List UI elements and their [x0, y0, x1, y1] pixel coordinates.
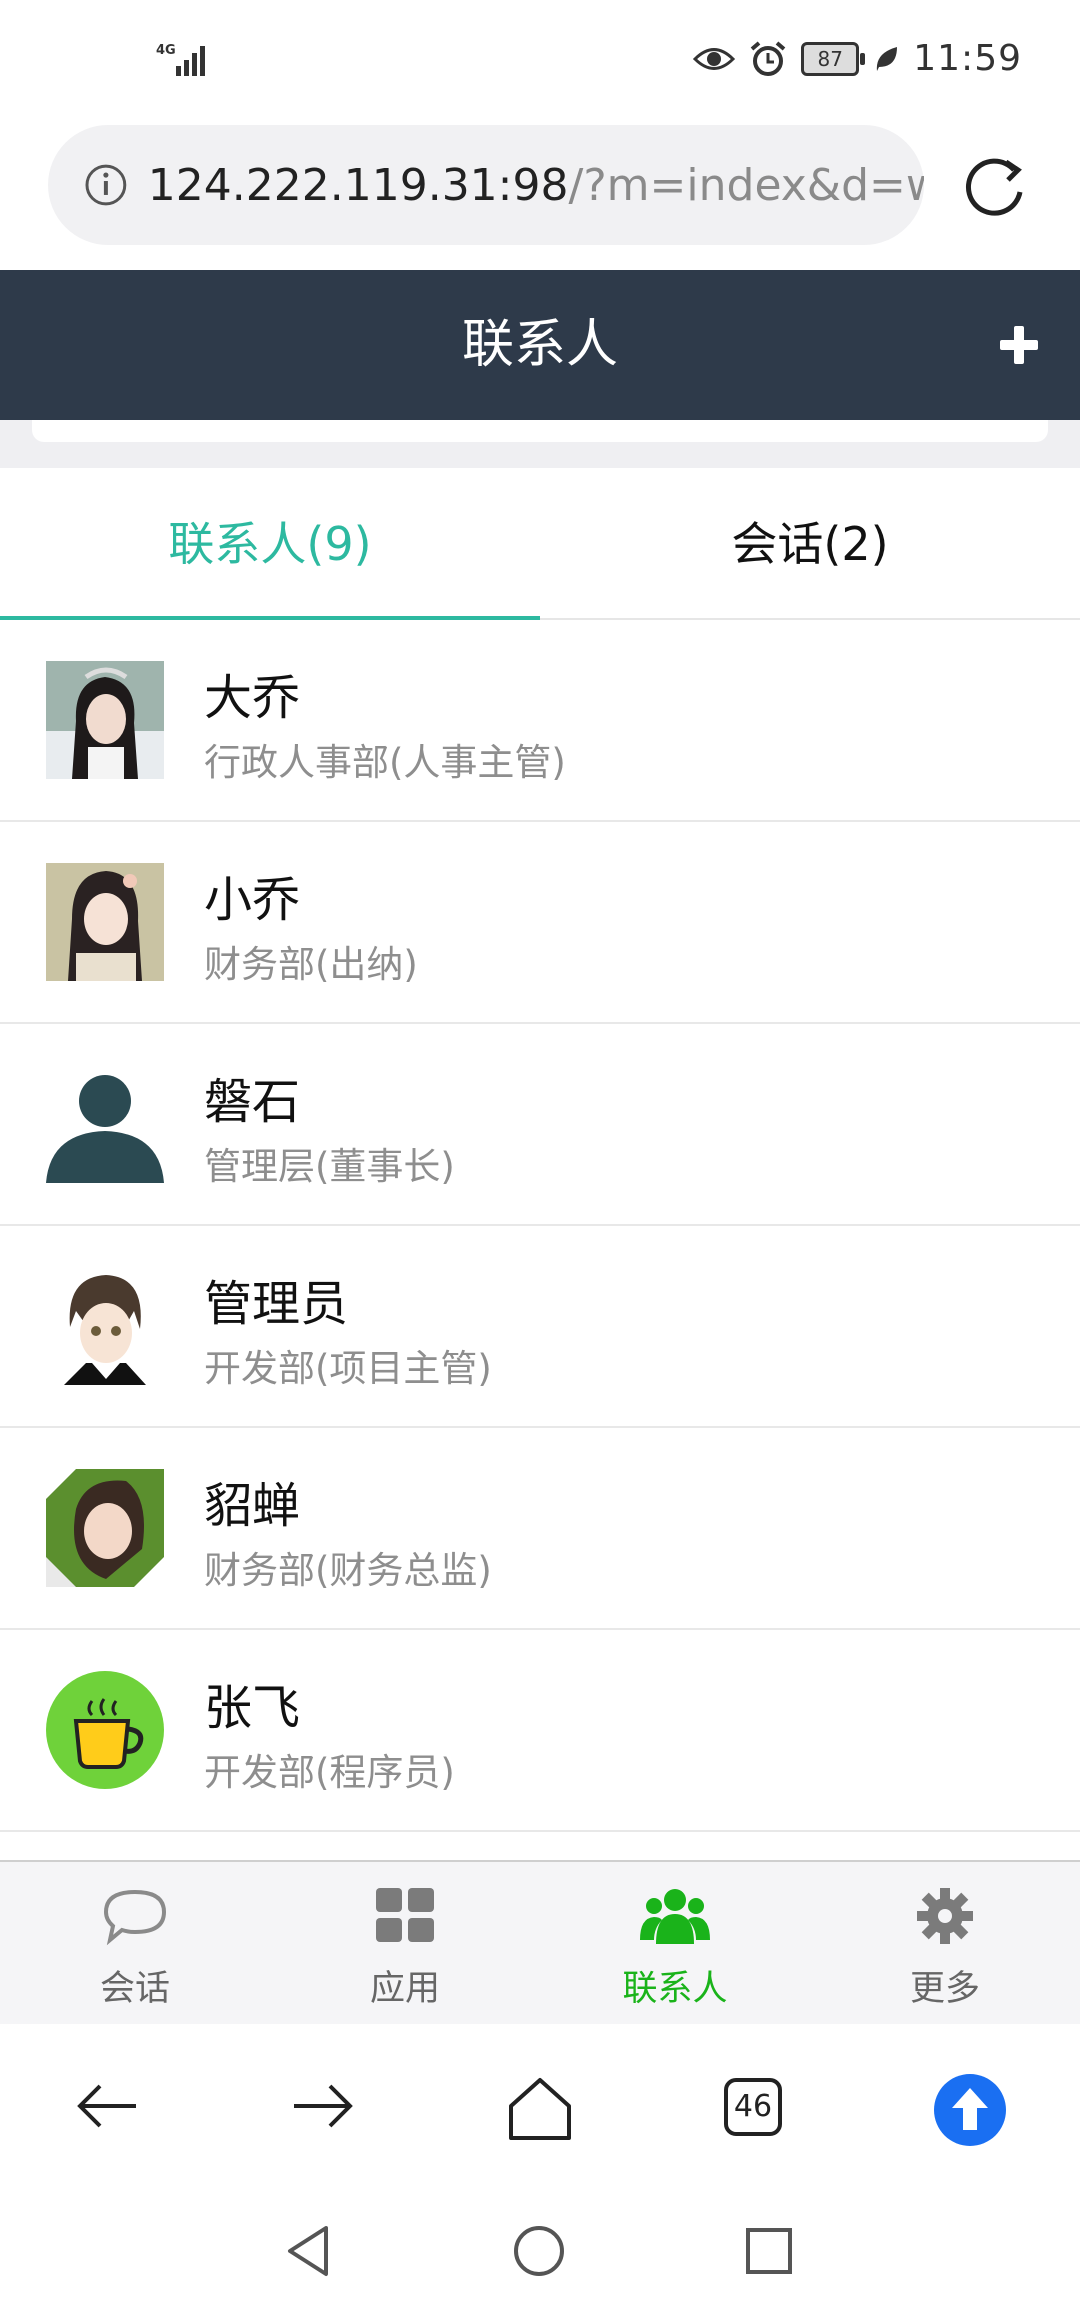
- gear-icon: [917, 1888, 973, 1944]
- nav-item-chat[interactable]: 会话: [0, 1862, 270, 2024]
- nav-label: 会话: [99, 1969, 170, 2009]
- reload-icon[interactable]: [962, 152, 1028, 218]
- url-text[interactable]: 124.222.119.31:98/?m=index&d=w: [148, 160, 924, 211]
- avatar: [46, 1065, 164, 1183]
- avatar: [46, 1267, 164, 1385]
- contact-name: 大乔: [204, 670, 301, 726]
- contact-department: 开发部(项目主管): [204, 1347, 492, 1390]
- contact-name: 磐石: [204, 1074, 301, 1130]
- avatar: [46, 661, 164, 779]
- page-title: 联系人: [461, 315, 618, 375]
- system-back-icon[interactable]: [284, 2224, 334, 2278]
- avatar: [46, 1671, 164, 1789]
- system-home-icon[interactable]: [512, 2224, 566, 2278]
- system-nav-bar: [0, 2194, 1080, 2310]
- svg-text:4G: 4G: [156, 43, 176, 58]
- contact-list: 大乔 行政人事部(人事主管) 小乔 财务部(出纳) 磐石 管理层(董事长) 管理…: [0, 620, 1080, 1832]
- system-recents-icon[interactable]: [744, 2224, 794, 2278]
- forward-arrow-icon[interactable]: [290, 2076, 356, 2136]
- contact-name: 管理员: [204, 1276, 349, 1332]
- contact-row[interactable]: 小乔 财务部(出纳): [0, 822, 1080, 1024]
- alarm-icon: [750, 40, 786, 76]
- contact-name: 张飞: [204, 1680, 301, 1736]
- app-header: 联系人: [0, 270, 1080, 420]
- contact-department: 开发部(程序员): [204, 1751, 455, 1794]
- contact-department: 财务部(出纳): [204, 943, 418, 986]
- avatar: [46, 863, 164, 981]
- tab-contacts[interactable]: 联系人(9): [0, 470, 540, 618]
- leaf-icon: [877, 46, 898, 71]
- contact-row[interactable]: 张飞 开发部(程序员): [0, 1630, 1080, 1832]
- contact-row[interactable]: 貂蝉 财务部(财务总监): [0, 1428, 1080, 1630]
- contact-row[interactable]: 管理员 开发部(项目主管): [0, 1226, 1080, 1428]
- contact-department: 财务部(财务总监): [204, 1549, 492, 1592]
- app-bottom-nav: 会话 应用 联系人 更多: [0, 1860, 1080, 2026]
- search-strip: [0, 420, 1080, 468]
- nav-label: 更多: [909, 1969, 980, 2009]
- clock: 11:59: [913, 38, 1022, 79]
- apps-grid-icon: [376, 1888, 434, 1942]
- contacts-icon: [640, 1889, 710, 1944]
- url-path: /?m=index&d=w: [568, 159, 925, 211]
- contact-tabs: 联系人(9) 会话(2): [0, 470, 1080, 620]
- url-host: 124.222.119.31:98: [147, 159, 569, 211]
- chat-icon: [103, 1889, 167, 1946]
- contact-name: 貂蝉: [204, 1478, 301, 1534]
- contact-department: 行政人事部(人事主管): [204, 741, 566, 784]
- address-bar[interactable]: 124.222.119.31:98/?m=index&d=w: [48, 125, 924, 245]
- home-icon[interactable]: [505, 2076, 575, 2142]
- upload-icon[interactable]: [934, 2074, 1006, 2146]
- battery-indicator: 87: [801, 41, 866, 76]
- nav-item-contacts[interactable]: 联系人: [540, 1862, 810, 2024]
- add-icon[interactable]: [996, 322, 1042, 368]
- tabs-count-button[interactable]: 46: [724, 2078, 782, 2136]
- contact-department: 管理层(董事长): [204, 1145, 455, 1188]
- nav-label: 联系人: [622, 1969, 728, 2009]
- nav-item-more[interactable]: 更多: [810, 1862, 1080, 2024]
- nav-label: 应用: [369, 1969, 440, 2009]
- browser-toolbar: 46: [0, 2024, 1080, 2194]
- contact-name: 小乔: [204, 872, 301, 928]
- avatar: [46, 1469, 164, 1587]
- back-arrow-icon[interactable]: [74, 2076, 140, 2136]
- info-icon[interactable]: [84, 163, 128, 207]
- contact-row[interactable]: 大乔 行政人事部(人事主管): [0, 620, 1080, 822]
- nav-item-apps[interactable]: 应用: [270, 1862, 540, 2024]
- status-bar: 4G 87 11:59: [0, 0, 1080, 120]
- search-input[interactable]: [32, 420, 1048, 442]
- tab-conversations[interactable]: 会话(2): [540, 470, 1080, 618]
- eye-icon: [693, 47, 736, 70]
- contact-row[interactable]: 磐石 管理层(董事长): [0, 1024, 1080, 1226]
- signal-icon: 4G: [156, 43, 205, 76]
